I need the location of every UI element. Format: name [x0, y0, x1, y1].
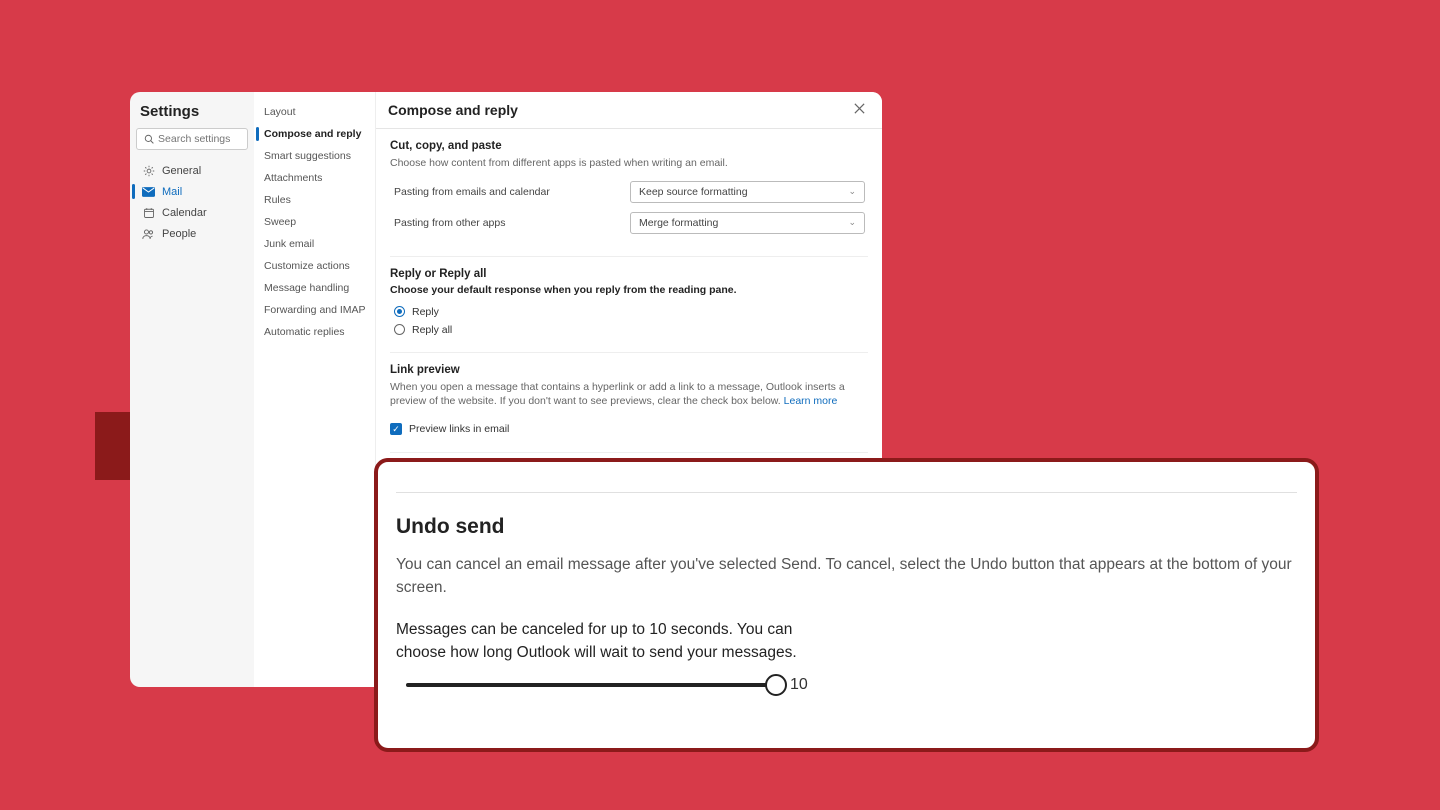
left-nav: Settings General Mail Cale: [130, 92, 254, 687]
nav-label: General: [162, 165, 201, 177]
section-desc: When you open a message that contains a …: [390, 380, 868, 409]
radio-icon: [394, 324, 405, 335]
nav-label: People: [162, 228, 196, 240]
radio-reply[interactable]: Reply: [390, 303, 868, 321]
subnav-compose[interactable]: Compose and reply: [254, 123, 375, 145]
section-title: Link preview: [390, 364, 868, 376]
search-field[interactable]: [158, 133, 241, 145]
search-input[interactable]: [136, 128, 248, 150]
slider-value: 10: [790, 676, 808, 694]
zoom-desc: You can cancel an email message after yo…: [396, 553, 1297, 600]
checkbox-preview-links[interactable]: ✓ Preview links in email: [390, 419, 868, 439]
subnav-layout[interactable]: Layout: [254, 101, 375, 123]
section-link-preview: Link preview When you open a message tha…: [376, 353, 882, 446]
section-desc: Choose your default response when you re…: [390, 284, 868, 296]
undo-send-slider[interactable]: [406, 674, 776, 696]
people-icon: [142, 227, 155, 240]
sub-nav: Layout Compose and reply Smart suggestio…: [254, 92, 376, 687]
nav-people[interactable]: People: [130, 223, 254, 244]
zoom-callout: Undo send You can cancel an email messag…: [374, 458, 1319, 752]
section-title: Reply or Reply all: [390, 268, 868, 280]
section-reply: Reply or Reply all Choose your default r…: [376, 257, 882, 346]
close-button[interactable]: [849, 100, 870, 120]
paste-emails-label: Pasting from emails and calendar: [390, 186, 630, 198]
zoom-title: Undo send: [396, 515, 1297, 539]
chevron-down-icon: ⌄: [848, 217, 856, 228]
content-title: Compose and reply: [388, 102, 518, 118]
nav-label: Mail: [162, 186, 182, 198]
nav-mail[interactable]: Mail: [130, 181, 254, 202]
dropdown-value: Keep source formatting: [639, 186, 748, 198]
window-title: Settings: [130, 100, 254, 128]
chevron-down-icon: ⌄: [848, 186, 856, 197]
calendar-icon: [142, 206, 155, 219]
subnav-customize[interactable]: Customize actions: [254, 255, 375, 277]
subnav-junk[interactable]: Junk email: [254, 233, 375, 255]
checkbox-icon: ✓: [390, 423, 402, 435]
nav-general[interactable]: General: [130, 160, 254, 181]
section-cut-copy-paste: Cut, copy, and paste Choose how content …: [376, 129, 882, 250]
checkbox-label: Preview links in email: [409, 423, 509, 435]
paste-apps-label: Pasting from other apps: [390, 217, 630, 229]
subnav-autoreply[interactable]: Automatic replies: [254, 321, 375, 343]
section-desc: Choose how content from different apps i…: [390, 156, 868, 171]
zoom-note: Messages can be canceled for up to 10 se…: [396, 618, 826, 665]
subnav-handling[interactable]: Message handling: [254, 277, 375, 299]
dropdown-value: Merge formatting: [639, 217, 718, 229]
nav-calendar[interactable]: Calendar: [130, 202, 254, 223]
slider-thumb[interactable]: [765, 674, 787, 696]
mail-icon: [142, 185, 155, 198]
gear-icon: [142, 164, 155, 177]
radio-icon: [394, 306, 405, 317]
radio-reply-all[interactable]: Reply all: [390, 321, 868, 339]
paste-apps-dropdown[interactable]: Merge formatting ⌄: [630, 212, 865, 234]
subnav-rules[interactable]: Rules: [254, 189, 375, 211]
subnav-sweep[interactable]: Sweep: [254, 211, 375, 233]
radio-label: Reply all: [412, 324, 452, 336]
subnav-attachments[interactable]: Attachments: [254, 167, 375, 189]
nav-label: Calendar: [162, 207, 207, 219]
learn-more-link[interactable]: Learn more: [784, 395, 838, 407]
paste-emails-dropdown[interactable]: Keep source formatting ⌄: [630, 181, 865, 203]
section-title: Cut, copy, and paste: [390, 140, 868, 152]
subnav-smart[interactable]: Smart suggestions: [254, 145, 375, 167]
radio-label: Reply: [412, 306, 439, 318]
search-icon: [143, 133, 154, 146]
subnav-forwarding[interactable]: Forwarding and IMAP: [254, 299, 375, 321]
close-icon: [853, 102, 866, 118]
